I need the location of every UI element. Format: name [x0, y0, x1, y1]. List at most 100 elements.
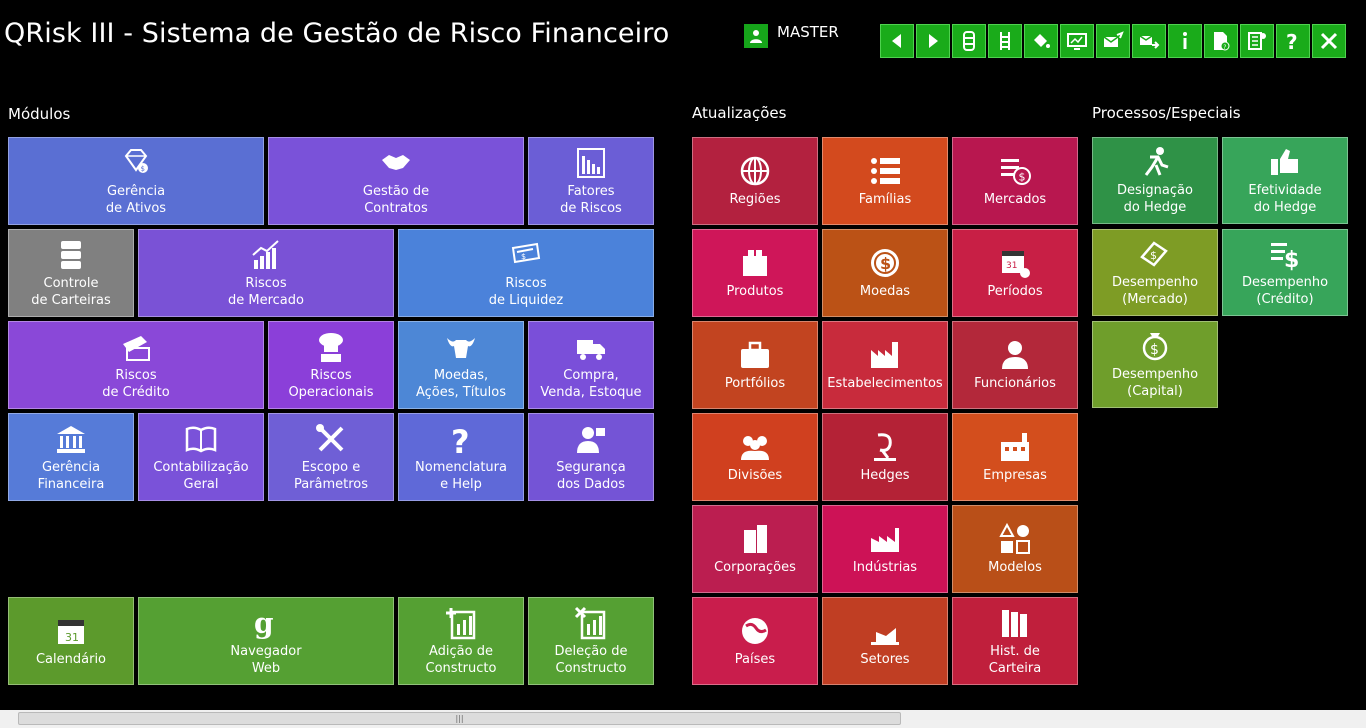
tile-desempenho-capital[interactable]: $ Desempenho (Capital) — [1092, 321, 1218, 408]
tile-label: Funcionários — [974, 376, 1056, 391]
tile-desempenho-mercado[interactable]: $ Desempenho (Mercado) — [1092, 229, 1218, 316]
tile-label: Riscos de Liquidez — [488, 275, 564, 308]
close-icon — [1320, 32, 1338, 50]
scrollbar-thumb[interactable]: ||| — [18, 712, 901, 725]
track-vertical-button[interactable] — [988, 24, 1022, 58]
diamond-icon: $ — [119, 146, 153, 180]
monitor-icon — [1067, 33, 1087, 50]
tile-regioes[interactable]: Regiões — [692, 137, 818, 225]
calc-settings-button[interactable] — [1240, 24, 1274, 58]
tile-familias[interactable]: Famílias — [822, 137, 948, 225]
factory-icon — [868, 338, 902, 372]
tile-label: Riscos de Mercado — [228, 275, 304, 308]
tile-estabelecimentos[interactable]: Estabelecimentos — [822, 321, 948, 409]
app-title: QRisk III - Sistema de Gestão de Risco F… — [4, 18, 670, 49]
runner-icon — [1138, 145, 1172, 179]
tile-riscos-credito[interactable]: Riscos de Crédito — [8, 321, 264, 409]
tile-desempenho-credito[interactable]: $ Desempenho (Crédito) — [1222, 229, 1348, 316]
tile-label: Riscos de Crédito — [102, 367, 170, 400]
tile-setores[interactable]: Setores — [822, 597, 948, 685]
tile-controle-carteiras[interactable]: Controle de Carteiras — [8, 229, 134, 317]
tile-gerencia-ativos[interactable]: $ Gerência de Ativos — [8, 137, 264, 225]
tile-fatores-riscos[interactable]: Fatores de Riscos — [528, 137, 654, 225]
tile-label: Gestão de Contratos — [362, 183, 430, 216]
tile-divisoes[interactable]: Divisões — [692, 413, 818, 501]
mail-forward-button[interactable] — [1132, 24, 1166, 58]
tile-label: Períodos — [987, 284, 1043, 299]
svg-text:$: $ — [1284, 248, 1299, 271]
tile-periodos[interactable]: 31 Períodos — [952, 229, 1078, 317]
calgear-icon: 31 — [998, 246, 1032, 280]
tile-nomenclatura[interactable]: ? Nomenclatura e Help — [398, 413, 524, 501]
tile-label: Indústrias — [852, 560, 918, 575]
tile-riscos-operacionais[interactable]: Riscos Operacionais — [268, 321, 394, 409]
tile-empresas[interactable]: Empresas — [952, 413, 1078, 501]
tile-label: Regiões — [729, 192, 781, 207]
tile-label: Efetividade do Hedge — [1248, 183, 1322, 215]
moneylist-icon: $ — [998, 154, 1032, 188]
tile-designacao-hedge[interactable]: Designação do Hedge — [1092, 137, 1218, 224]
tile-hedges[interactable]: Hedges — [822, 413, 948, 501]
close-button[interactable] — [1312, 24, 1346, 58]
tile-gestao-contratos[interactable]: Gestão de Contratos — [268, 137, 524, 225]
tile-produtos[interactable]: Produtos — [692, 229, 818, 317]
user-box: MASTER — [744, 23, 839, 48]
info-button[interactable] — [1168, 24, 1202, 58]
tile-funcionarios[interactable]: Funcionários — [952, 321, 1078, 409]
svg-text:31: 31 — [1006, 261, 1017, 271]
tile-contabilizacao[interactable]: Contabilização Geral — [138, 413, 264, 501]
svg-text:g: g — [254, 607, 274, 640]
chef-icon — [314, 330, 348, 364]
tile-moedas-acoes[interactable]: Moedas, Ações, Títulos — [398, 321, 524, 409]
section-atualizacoes: Atualizações — [692, 104, 787, 122]
tile-calendario[interactable]: 31 Calendário — [8, 597, 134, 685]
tile-efetividade-hedge[interactable]: Efetividade do Hedge — [1222, 137, 1348, 224]
tile-delecao[interactable]: Deleção de Constructo — [528, 597, 654, 685]
thumbsup-icon — [1268, 145, 1302, 179]
shapes-icon — [998, 522, 1032, 556]
tile-compra-venda[interactable]: Compra, Venda, Estoque — [528, 321, 654, 409]
paint-button[interactable] — [1024, 24, 1058, 58]
tile-modelos[interactable]: Modelos — [952, 505, 1078, 593]
delchart-icon — [574, 606, 608, 640]
tile-label: Moedas, Ações, Títulos — [415, 367, 507, 400]
calculator-gear-icon — [1248, 32, 1266, 50]
tile-label: Famílias — [858, 192, 912, 207]
bank-icon — [54, 422, 88, 456]
svg-text:$: $ — [880, 254, 891, 273]
list-icon — [868, 154, 902, 188]
info-icon — [1183, 32, 1187, 49]
tile-adicao[interactable]: Adição de Constructo — [398, 597, 524, 685]
tile-industrias[interactable]: Indústrias — [822, 505, 948, 593]
tile-gerencia-financeira[interactable]: Gerência Financeira — [8, 413, 134, 501]
monitor-button[interactable] — [1060, 24, 1094, 58]
tile-riscos-mercado[interactable]: Riscos de Mercado — [138, 229, 394, 317]
tile-navegador[interactable]: g Navegador Web — [138, 597, 394, 685]
tile-corporacoes[interactable]: Corporações — [692, 505, 818, 593]
tile-seguranca[interactable]: Segurança dos Dados — [528, 413, 654, 501]
tile-escopo-parametros[interactable]: Escopo e Parâmetros — [268, 413, 394, 501]
horizontal-scrollbar[interactable]: ||| — [0, 710, 1366, 728]
tile-portfolios[interactable]: Portfólios — [692, 321, 818, 409]
tile-hist-carteira[interactable]: Hist. de Carteira — [952, 597, 1078, 685]
mail-icon — [1103, 31, 1124, 47]
help-button[interactable]: ? — [1276, 24, 1310, 58]
tile-mercados[interactable]: $ Mercados — [952, 137, 1078, 225]
rail-icon — [963, 31, 975, 51]
forward-button[interactable] — [916, 24, 950, 58]
svg-text:$: $ — [521, 252, 526, 261]
mail-send-button[interactable] — [1096, 24, 1130, 58]
tile-riscos-liquidez[interactable]: $ Riscos de Liquidez — [398, 229, 654, 317]
back-button[interactable] — [880, 24, 914, 58]
paint-bucket-icon — [1034, 34, 1050, 48]
tile-moedas[interactable]: $ Moedas — [822, 229, 948, 317]
track-horizontal-button[interactable] — [952, 24, 986, 58]
tile-label: Estabelecimentos — [827, 376, 943, 391]
doc-help-button[interactable]: ? — [1204, 24, 1238, 58]
tools-icon — [314, 422, 348, 456]
tile-label: Gerência de Ativos — [105, 183, 167, 216]
tile-label: Corporações — [714, 560, 796, 575]
tile-label: Nomenclatura e Help — [415, 459, 507, 492]
tile-paises[interactable]: Países — [692, 597, 818, 685]
ladder-icon — [1000, 32, 1010, 50]
